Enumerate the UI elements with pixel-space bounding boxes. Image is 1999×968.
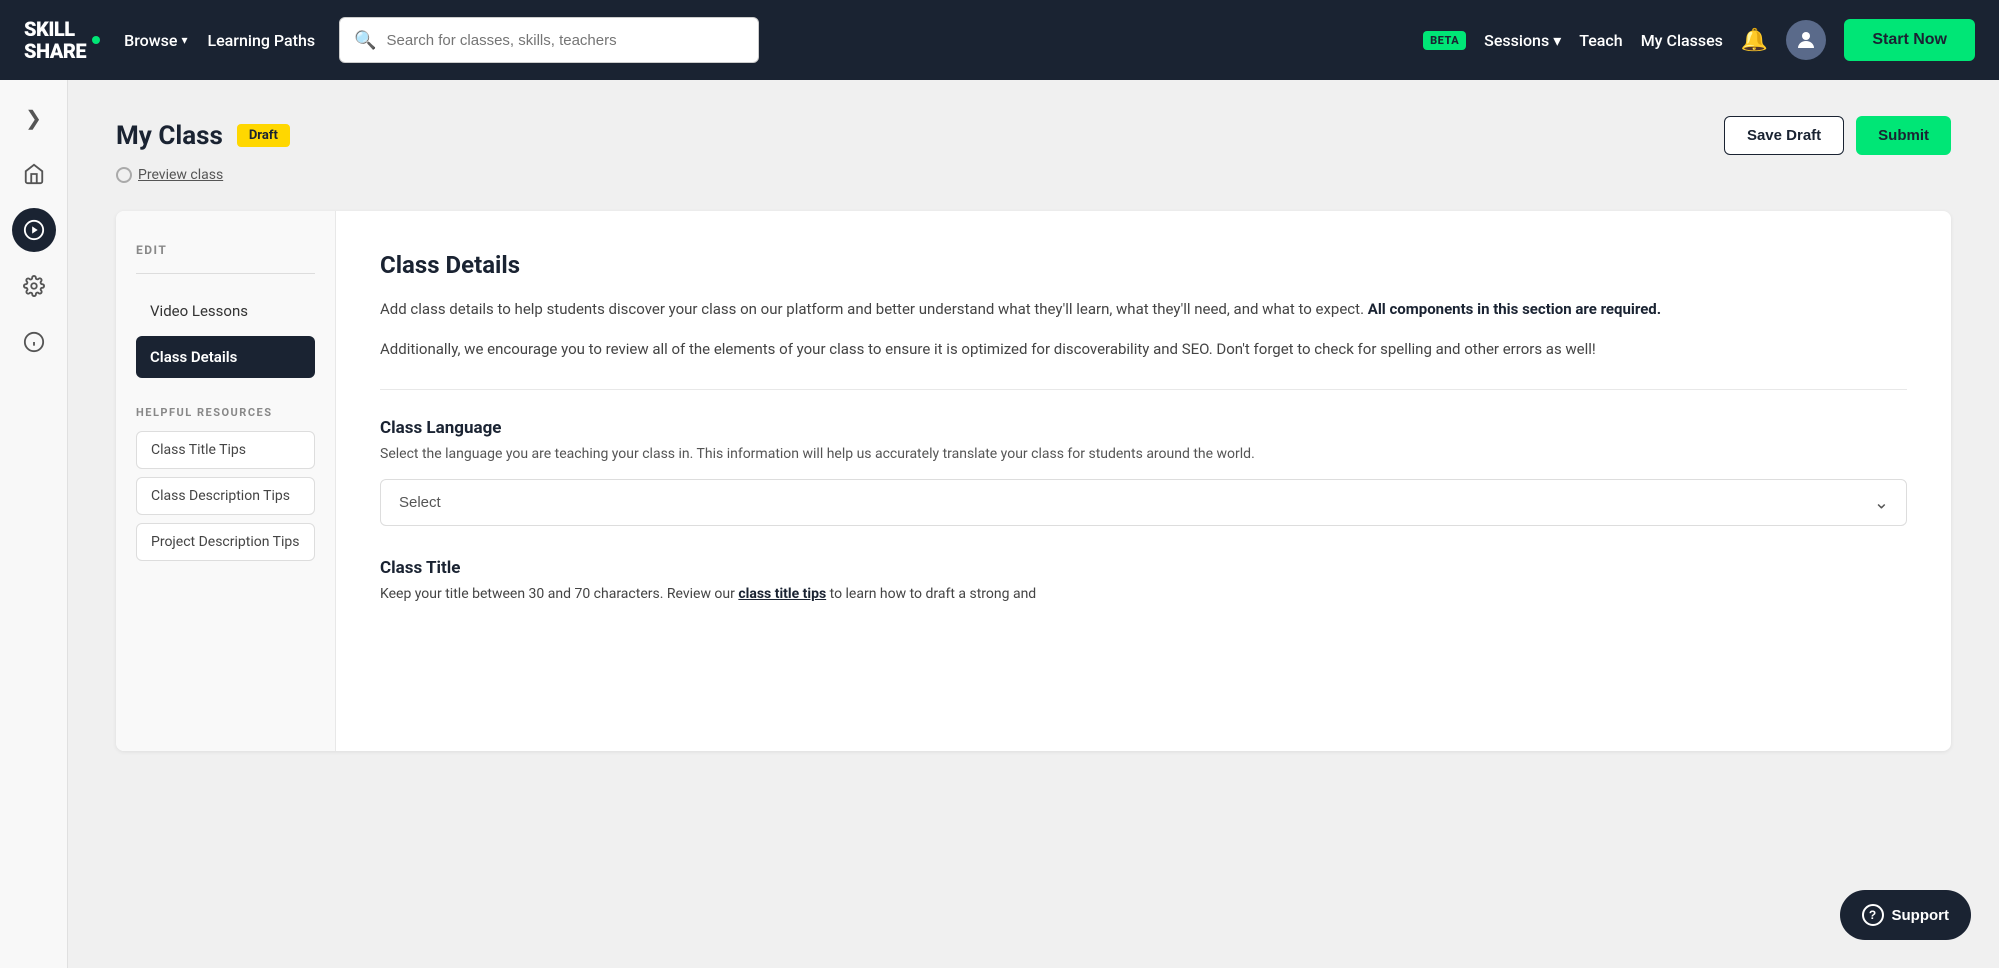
support-button[interactable]: ? Support [1840, 890, 1972, 940]
section-desc2: Additionally, we encourage you to review… [380, 337, 1907, 361]
info-icon[interactable] [12, 320, 56, 364]
logo[interactable]: SKILL SHaRe [24, 18, 100, 62]
class-title-field-label: Class Title [380, 558, 1907, 578]
edit-label: EDIT [136, 243, 315, 257]
class-title-tips-link[interactable]: class title tips [738, 586, 826, 602]
language-field-label: Class Language [380, 418, 1907, 438]
page-header: My Class Draft Save Draft Submit [116, 116, 1951, 155]
browse-chevron: ▾ [181, 33, 187, 47]
page-title-row: My Class Draft [116, 121, 290, 151]
logo-dot [92, 36, 100, 44]
header-actions: Save Draft Submit [1724, 116, 1951, 155]
section-description: Add class details to help students disco… [380, 297, 1907, 321]
play-icon[interactable] [12, 208, 56, 252]
class-title-section: Keep your title between 30 and 70 charac… [380, 584, 1907, 605]
nav-links: Browse ▾ Learning Paths [124, 31, 315, 50]
logo-line1: SKILL [24, 18, 86, 40]
home-icon[interactable] [12, 152, 56, 196]
main-content: My Class Draft Save Draft Submit Preview… [68, 80, 1999, 968]
right-panel: Class Details Add class details to help … [336, 211, 1951, 751]
browse-label: Browse [124, 31, 177, 50]
start-now-button[interactable]: Start Now [1844, 19, 1975, 61]
title-desc-part1: Keep your title between 30 and 70 charac… [380, 586, 738, 602]
language-select[interactable]: Select English Spanish French German Por… [380, 479, 1907, 526]
resources-label: HELPFUL RESOURCES [136, 406, 315, 419]
resource-class-description-tips[interactable]: Class Description Tips [136, 477, 315, 515]
learning-paths-link[interactable]: Learning Paths [207, 31, 315, 50]
learning-paths-label: Learning Paths [207, 31, 315, 50]
gear-icon[interactable] [12, 264, 56, 308]
search-input[interactable] [387, 32, 745, 49]
navbar: SKILL SHaRe Browse ▾ Learning Paths 🔍 BE… [0, 0, 1999, 80]
sessions-chevron: ▾ [1553, 31, 1561, 50]
sessions-link[interactable]: Sessions ▾ [1484, 31, 1561, 50]
left-panel: EDIT Video Lessons Class Details HELPFUL… [116, 211, 336, 751]
submit-button[interactable]: Submit [1856, 116, 1951, 155]
teach-link[interactable]: Teach [1579, 31, 1622, 50]
notification-bell-icon[interactable]: 🔔 [1741, 28, 1768, 53]
beta-badge: BETA [1423, 31, 1466, 50]
section-desc-part1: Add class details to help students disco… [380, 300, 1368, 318]
section-desc-bold: All components in this section are requi… [1368, 300, 1661, 318]
title-desc-part2: to learn how to draft a strong and [826, 586, 1036, 602]
icon-sidebar: ❯ [0, 80, 68, 968]
draft-badge: Draft [237, 124, 290, 147]
class-title-desc: Keep your title between 30 and 70 charac… [380, 584, 1907, 605]
page-title: My Class [116, 121, 223, 151]
preview-circle-icon [116, 167, 132, 183]
save-draft-button[interactable]: Save Draft [1724, 116, 1844, 155]
avatar-icon [1794, 28, 1818, 52]
sessions-label: Sessions [1484, 31, 1549, 50]
browse-link[interactable]: Browse ▾ [124, 31, 187, 50]
support-label: Support [1892, 907, 1950, 924]
language-field-desc: Select the language you are teaching you… [380, 444, 1907, 465]
expand-icon[interactable]: ❯ [12, 96, 56, 140]
avatar[interactable] [1786, 20, 1826, 60]
content-divider [380, 389, 1907, 390]
language-select-wrapper: Select English Spanish French German Por… [380, 479, 1907, 526]
preview-class-label: Preview class [138, 167, 223, 183]
section-title: Class Details [380, 251, 1907, 279]
search-bar[interactable]: 🔍 [339, 17, 759, 63]
search-icon: 🔍 [354, 30, 376, 51]
left-divider [136, 273, 315, 274]
resource-project-description-tips[interactable]: Project Description Tips [136, 523, 315, 561]
logo-line2: SHaRe [24, 40, 86, 62]
resource-class-title-tips[interactable]: Class Title Tips [136, 431, 315, 469]
content-panel: EDIT Video Lessons Class Details HELPFUL… [116, 211, 1951, 751]
menu-item-video-lessons[interactable]: Video Lessons [136, 290, 315, 332]
nav-right: BETA Sessions ▾ Teach My Classes 🔔 Start… [1423, 19, 1975, 61]
my-classes-link[interactable]: My Classes [1641, 31, 1723, 50]
menu-item-class-details[interactable]: Class Details [136, 336, 315, 378]
preview-class-link[interactable]: Preview class [116, 167, 1951, 183]
support-icon: ? [1862, 904, 1884, 926]
